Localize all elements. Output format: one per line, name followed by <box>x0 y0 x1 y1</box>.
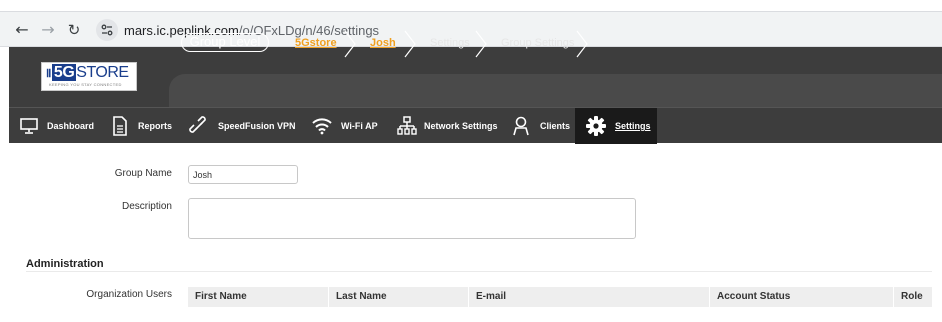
main-nav: Dashboard Reports SpeedFusion VPN Wi-Fi … <box>9 107 942 144</box>
chevron-right-icon <box>576 30 588 58</box>
description-textarea[interactable] <box>188 198 636 239</box>
link-icon <box>189 116 206 133</box>
breadcrumb-item-settings[interactable]: Settings <box>430 37 470 49</box>
chevron-right-icon <box>404 30 416 58</box>
administration-heading: Administration <box>26 258 104 270</box>
logo[interactable]: Ⅱ 5G STORE KEEPING YOU STAY CONNECTED <box>41 62 137 91</box>
logo-5g: 5G <box>51 64 77 81</box>
description-label: Description <box>121 201 172 212</box>
nav-label: Dashboard <box>47 121 95 131</box>
nav-reports[interactable]: Reports <box>105 108 183 144</box>
nav-label: Network Settings <box>424 121 498 131</box>
arrow-right-icon[interactable]: → <box>38 20 58 40</box>
nav-label: Wi-Fi AP <box>341 121 378 131</box>
wifi-icon <box>312 118 332 135</box>
section-divider <box>26 271 932 272</box>
monitor-icon <box>20 118 38 134</box>
tune-icon[interactable] <box>96 19 118 41</box>
breadcrumb-item-5gstore[interactable]: 5Gstore <box>295 37 337 49</box>
group-level-badge[interactable]: Group Level <box>181 33 269 52</box>
network-icon <box>397 116 417 135</box>
arrow-left-icon[interactable]: ← <box>12 20 32 40</box>
users-table-header: First Name Last Name E-mail Account Stat… <box>188 287 932 307</box>
column-header-last-name[interactable]: Last Name <box>328 287 468 307</box>
chevron-right-icon <box>344 30 356 58</box>
nav-speedfusion-vpn[interactable]: SpeedFusion VPN <box>183 108 303 144</box>
breadcrumb-item-josh[interactable]: Josh <box>370 37 396 49</box>
group-name-input[interactable] <box>188 165 298 184</box>
column-header-role[interactable]: Role <box>893 287 932 307</box>
organization-users-label: Organization Users <box>86 289 172 300</box>
browser-toolbar: ← → ↻ mars.ic.peplink.com/o/OFxLDg/n/46/… <box>0 11 942 47</box>
nav-wifi-ap[interactable]: Wi-Fi AP <box>303 108 385 144</box>
nav-label: Reports <box>138 121 173 131</box>
logo-tagline: KEEPING YOU STAY CONNECTED <box>49 82 122 87</box>
nav-settings[interactable]: Settings <box>575 108 657 144</box>
breadcrumb <box>169 74 942 107</box>
logo-store: STORE <box>76 64 129 81</box>
column-header-email[interactable]: E-mail <box>468 287 709 307</box>
document-icon <box>113 116 127 136</box>
reload-icon[interactable]: ↻ <box>64 20 84 40</box>
nav-network-settings[interactable]: Network Settings <box>385 108 503 144</box>
chevron-right-icon <box>475 30 487 58</box>
user-icon <box>513 116 529 136</box>
column-header-account-status[interactable]: Account Status <box>709 287 893 307</box>
column-header-first-name[interactable]: First Name <box>188 287 328 307</box>
nav-label: Clients <box>540 121 571 131</box>
breadcrumb-item-group-settings[interactable]: Group Settings <box>501 37 574 49</box>
nav-label: Settings <box>615 121 651 131</box>
nav-dashboard[interactable]: Dashboard <box>9 108 105 144</box>
logo-bars: Ⅱ <box>46 68 51 80</box>
nav-label: SpeedFusion VPN <box>218 121 296 131</box>
gear-icon <box>586 116 606 136</box>
nav-clients[interactable]: Clients <box>503 108 575 144</box>
group-name-label: Group Name <box>114 168 172 179</box>
